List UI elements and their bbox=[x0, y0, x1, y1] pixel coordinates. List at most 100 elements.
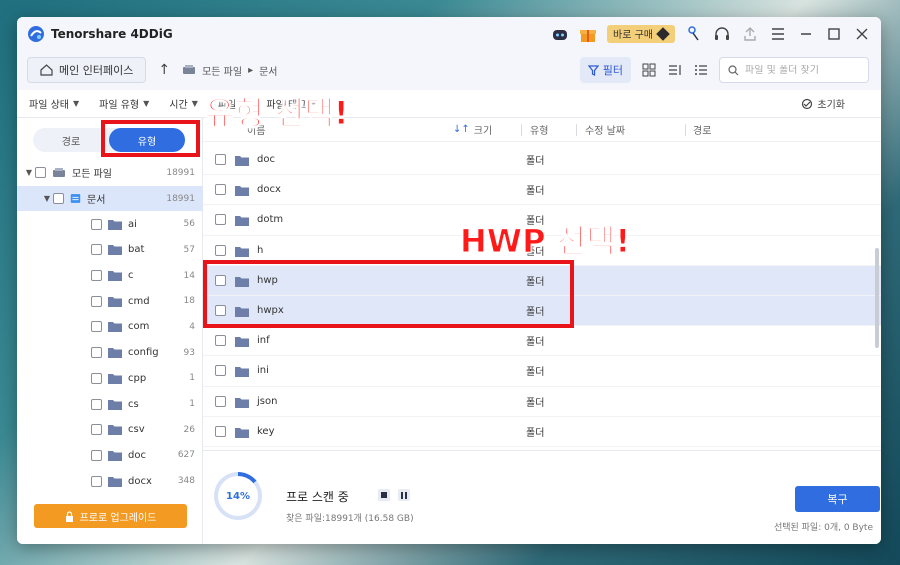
sidebar: 경로 유형 ▼ 모든 파일 18991 ▼ 문서 18991 ai 56 bat 57… bbox=[17, 118, 203, 544]
tree-row-docx[interactable]: docx 348 bbox=[17, 468, 203, 494]
tree-row-config[interactable]: config 93 bbox=[17, 340, 203, 366]
row-checkbox[interactable] bbox=[215, 154, 226, 166]
tree-row-com[interactable]: com 4 bbox=[17, 314, 203, 340]
tree-row-ai[interactable]: ai 56 bbox=[17, 211, 203, 237]
folder-icon bbox=[108, 425, 122, 436]
stop-icon[interactable] bbox=[378, 489, 390, 501]
column-size[interactable]: ↓↑ 크기 bbox=[453, 122, 492, 137]
tree-row-cs[interactable]: cs 1 bbox=[17, 391, 203, 417]
folder-icon bbox=[108, 322, 122, 333]
filter-file-status-label: 파일 상태 bbox=[29, 100, 69, 111]
tree-checkbox[interactable] bbox=[91, 398, 102, 410]
detail-view-icon[interactable] bbox=[667, 62, 683, 78]
folder-icon bbox=[108, 271, 122, 282]
filter-file-status[interactable]: 파일 상태 ▼ bbox=[29, 96, 79, 111]
tree-row-bat[interactable]: bat 57 bbox=[17, 237, 203, 263]
tree-checkbox[interactable] bbox=[53, 193, 64, 205]
tab-path[interactable]: 경로 bbox=[33, 128, 109, 152]
file-row[interactable]: docx 폴더 bbox=[203, 175, 881, 206]
tree-row-doc[interactable]: doc 627 bbox=[17, 443, 203, 469]
chevron-down-icon[interactable]: ▼ bbox=[41, 194, 53, 203]
list-view-icon[interactable] bbox=[693, 62, 709, 78]
restore-button[interactable]: 복구 bbox=[795, 486, 880, 512]
tree-checkbox[interactable] bbox=[91, 218, 102, 230]
tree-checkbox[interactable] bbox=[91, 372, 102, 384]
file-row[interactable]: inf 폴더 bbox=[203, 326, 881, 357]
tree-row-documents[interactable]: ▼ 문서 18991 bbox=[17, 185, 203, 212]
row-checkbox[interactable] bbox=[215, 184, 226, 196]
row-checkbox[interactable] bbox=[215, 244, 226, 256]
filter-bar: 파일 상태 ▼ 파일 유형 ▼ 시간 ▼ 파일 ▼ 파일 태그 ▼ 초기화 bbox=[17, 90, 881, 118]
annotation-box-type-tab bbox=[101, 120, 200, 157]
file-name: json bbox=[257, 395, 278, 407]
file-row[interactable]: doc 폴더 bbox=[203, 145, 881, 176]
robot-icon[interactable] bbox=[551, 25, 569, 43]
tree-checkbox[interactable] bbox=[91, 270, 102, 282]
maximize-icon[interactable] bbox=[825, 25, 843, 43]
filter-file-type-label: 파일 유형 bbox=[99, 100, 140, 111]
key-icon[interactable] bbox=[685, 25, 703, 43]
reset-icon bbox=[802, 98, 813, 109]
type-tree: ▼ 모든 파일 18991 ▼ 문서 18991 ai 56 bat 57 c 14 cmd… bbox=[17, 160, 203, 494]
tree-row-c[interactable]: c 14 bbox=[17, 263, 203, 289]
file-name: doc bbox=[257, 154, 275, 166]
tree-checkbox[interactable] bbox=[91, 424, 102, 436]
tree-row-cpp[interactable]: cpp 1 bbox=[17, 366, 203, 392]
menu-icon[interactable] bbox=[769, 25, 787, 43]
search-input[interactable] bbox=[745, 64, 863, 76]
buy-now-button[interactable]: 바로 구매 bbox=[607, 24, 675, 43]
column-type[interactable]: 유형 bbox=[530, 122, 548, 137]
breadcrumb-item-all[interactable]: 모든 파일 bbox=[202, 63, 242, 78]
tree-row-all-files[interactable]: ▼ 모든 파일 18991 bbox=[17, 160, 203, 186]
row-checkbox[interactable] bbox=[215, 425, 226, 437]
tree-count: 4 bbox=[189, 321, 195, 332]
tree-checkbox[interactable] bbox=[91, 347, 102, 359]
tree-checkbox[interactable] bbox=[91, 475, 102, 487]
reset-label: 초기화 bbox=[817, 100, 845, 111]
headset-icon[interactable] bbox=[713, 25, 731, 43]
found-files-text: 찾은 파일:18991개 (16.58 GB) bbox=[286, 514, 414, 524]
filter-icon bbox=[587, 64, 599, 76]
row-checkbox[interactable] bbox=[215, 395, 226, 407]
pause-icon[interactable] bbox=[398, 489, 410, 501]
file-row[interactable]: key 폴더 bbox=[203, 417, 881, 447]
tree-count: 26 bbox=[183, 424, 195, 435]
grid-view-icon[interactable] bbox=[641, 62, 657, 78]
row-checkbox[interactable] bbox=[215, 365, 226, 377]
chevron-down-icon[interactable]: ▼ bbox=[23, 168, 35, 177]
tree-checkbox[interactable] bbox=[91, 321, 102, 333]
file-row[interactable]: ini 폴더 bbox=[203, 356, 881, 387]
filter-file-type[interactable]: 파일 유형 ▼ bbox=[99, 96, 149, 111]
row-checkbox[interactable] bbox=[215, 214, 226, 226]
file-name: dotm bbox=[257, 214, 284, 226]
breadcrumb-item-docs[interactable]: 문서 bbox=[259, 63, 277, 78]
row-checkbox[interactable] bbox=[215, 335, 226, 347]
share-icon[interactable] bbox=[741, 25, 759, 43]
filter-time-label: 시간 bbox=[169, 100, 188, 111]
column-date[interactable]: 수정 날짜 bbox=[585, 122, 625, 137]
scrollbar[interactable] bbox=[875, 248, 879, 348]
filter-button[interactable]: 필터 bbox=[579, 57, 631, 83]
search-box[interactable] bbox=[719, 57, 869, 83]
tree-checkbox[interactable] bbox=[35, 167, 46, 179]
gift-icon[interactable] bbox=[579, 25, 597, 43]
up-arrow-icon[interactable]: ↑ bbox=[158, 62, 170, 78]
column-divider bbox=[576, 124, 577, 136]
tree-checkbox[interactable] bbox=[91, 244, 102, 256]
tree-label: 모든 파일 bbox=[72, 169, 112, 181]
close-icon[interactable] bbox=[853, 25, 871, 43]
minimize-icon[interactable] bbox=[797, 25, 815, 43]
file-name: inf bbox=[257, 335, 270, 347]
column-path[interactable]: 경로 bbox=[693, 122, 711, 137]
upgrade-button[interactable]: 프로로 업그레이드 bbox=[34, 504, 187, 528]
filter-time[interactable]: 시간 ▼ bbox=[169, 96, 198, 111]
tree-checkbox[interactable] bbox=[91, 295, 102, 307]
reset-button[interactable]: 초기화 bbox=[801, 96, 845, 111]
tree-row-cmd[interactable]: cmd 18 bbox=[17, 288, 203, 314]
tree-row-csv[interactable]: csv 26 bbox=[17, 417, 203, 443]
app-logo-icon bbox=[28, 25, 44, 42]
home-button[interactable]: 메인 인터페이스 bbox=[27, 57, 147, 83]
tree-checkbox[interactable] bbox=[91, 449, 102, 461]
file-row[interactable]: json 폴더 bbox=[203, 387, 881, 417]
filter-label: 필터 bbox=[602, 64, 623, 77]
